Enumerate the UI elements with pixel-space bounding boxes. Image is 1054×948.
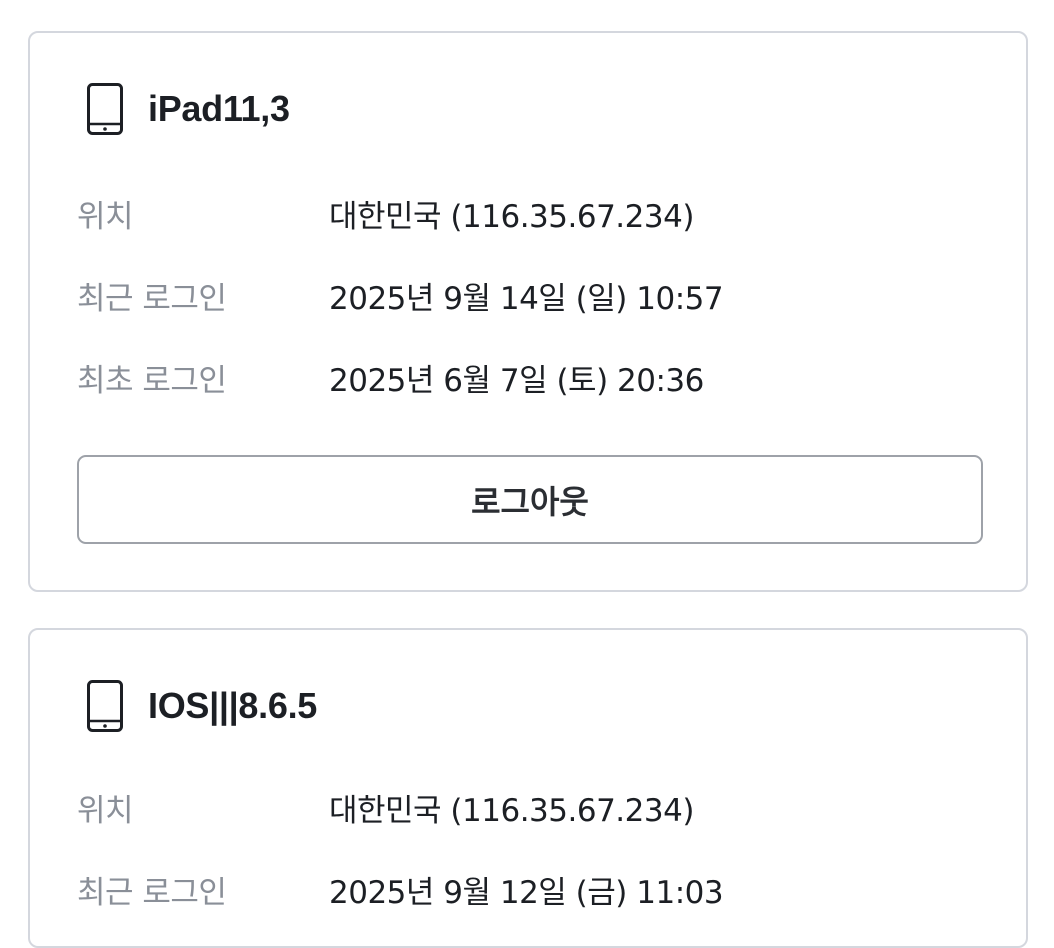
location-label: 위치 <box>77 792 134 829</box>
session-card: IOS|||8.6.5 위치 대한민국 (116.35.67.234) 최근 로… <box>28 628 1028 948</box>
first-login-label: 최초 로그인 <box>77 362 227 399</box>
last-login-row: 최근 로그인 2025년 9월 12일 (금) 11:03 <box>77 864 724 914</box>
tablet-icon <box>87 680 123 732</box>
first-login-row: 최초 로그인 2025년 6월 7일 (토) 20:36 <box>77 352 704 402</box>
last-login-value: 2025년 9월 12일 (금) 11:03 <box>329 874 724 911</box>
location-label: 위치 <box>77 198 134 235</box>
logout-button[interactable]: 로그아웃 <box>77 455 983 544</box>
location-row: 위치 대한민국 (116.35.67.234) <box>77 782 694 832</box>
last-login-row: 최근 로그인 2025년 9월 14일 (일) 10:57 <box>77 270 724 320</box>
device-name: IOS|||8.6.5 <box>148 685 318 726</box>
tablet-icon <box>87 83 123 135</box>
first-login-value: 2025년 6월 7일 (토) 20:36 <box>329 362 704 399</box>
device-header: iPad11,3 <box>86 80 290 138</box>
last-login-label: 최근 로그인 <box>77 280 227 317</box>
location-value: 대한민국 (116.35.67.234) <box>329 792 694 829</box>
device-name: iPad11,3 <box>148 88 290 129</box>
session-card: iPad11,3 위치 대한민국 (116.35.67.234) 최근 로그인 … <box>28 31 1028 592</box>
location-row: 위치 대한민국 (116.35.67.234) <box>77 188 694 238</box>
last-login-label: 최근 로그인 <box>77 874 227 911</box>
last-login-value: 2025년 9월 14일 (일) 10:57 <box>329 280 724 317</box>
device-header: IOS|||8.6.5 <box>86 677 317 735</box>
location-value: 대한민국 (116.35.67.234) <box>329 198 694 235</box>
